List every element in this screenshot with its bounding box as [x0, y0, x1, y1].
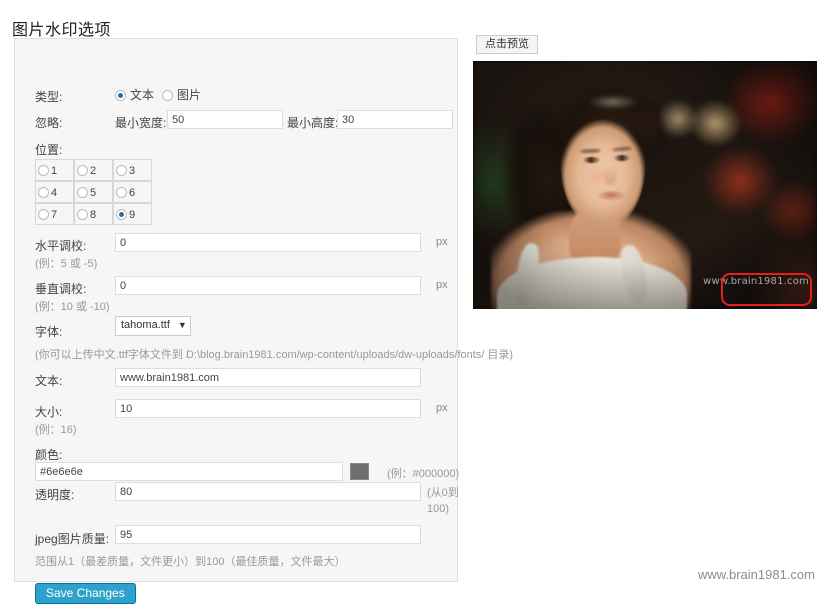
horizontal-offset-input[interactable] — [115, 233, 421, 252]
opacity-label: 透明度: — [35, 488, 75, 502]
vertical-offset-input[interactable] — [115, 276, 421, 295]
color-input[interactable] — [35, 462, 343, 481]
opacity-input[interactable] — [115, 482, 421, 501]
position-cell-label-8: 8 — [90, 209, 97, 221]
position-cell-8[interactable]: 8 — [74, 203, 113, 225]
position-cell-2[interactable]: 2 — [74, 159, 113, 181]
position-cell-6[interactable]: 6 — [113, 181, 152, 203]
font-select-value: tahoma.ttf — [121, 319, 170, 331]
vertical-offset-label: 垂直调校: — [35, 282, 87, 296]
type-radio-text-label: 文本 — [130, 88, 155, 102]
horizontal-offset-hint: (例：5 或 -5) — [35, 258, 98, 270]
color-hint: (例：#000000) — [387, 468, 460, 480]
font-select[interactable]: tahoma.ttf ▼ — [115, 316, 191, 336]
color-swatch[interactable] — [350, 463, 369, 480]
type-label: 类型: — [35, 90, 63, 104]
position-cell-label-9: 9 — [129, 209, 136, 221]
position-radio-9[interactable] — [116, 209, 127, 220]
type-radio-image[interactable] — [162, 90, 174, 101]
position-grid[interactable]: 1 2 3 4 5 6 7 8 9 — [35, 159, 152, 225]
horizontal-offset-unit: px — [436, 236, 448, 248]
position-cell-3[interactable]: 3 — [113, 159, 152, 181]
position-cell-label-5: 5 — [90, 187, 97, 199]
font-label: 字体: — [35, 325, 63, 339]
position-radio-3[interactable] — [116, 165, 127, 176]
position-cell-9[interactable]: 9 — [113, 203, 152, 225]
position-radio-8[interactable] — [77, 209, 88, 220]
horizontal-offset-label: 水平调校: — [35, 239, 87, 253]
size-unit: px — [436, 402, 448, 414]
watermark-options-form: 类型: 文本 图片 忽略: 最小宽度: 最小高度: 位置: 1 2 3 4 5 6… — [14, 38, 513, 604]
preview-button[interactable]: 点击预览 — [476, 35, 538, 54]
annotation-highlight-box — [721, 273, 812, 306]
font-upload-hint: (你可以上传中文.ttf字体文件到 D:\blog.brain1981.com/… — [35, 349, 514, 361]
position-cell-1[interactable]: 1 — [35, 159, 74, 181]
position-radio-2[interactable] — [77, 165, 88, 176]
footer-url: www.brain1981.com — [697, 567, 815, 582]
vertical-offset-hint: (例：10 或 -10) — [35, 301, 110, 313]
page-title: 图片水印选项 — [12, 21, 112, 39]
size-label: 大小: — [35, 405, 63, 419]
color-label: 颜色: — [35, 448, 63, 462]
position-radio-6[interactable] — [116, 187, 127, 198]
save-changes-button[interactable]: Save Changes — [35, 583, 136, 604]
size-hint: (例：16) — [35, 424, 77, 436]
watermark-preview-image: www.brain1981.com — [473, 61, 817, 309]
type-radio-group[interactable]: 文本 图片 — [115, 86, 209, 103]
min-height-label: 最小高度: — [287, 116, 339, 130]
position-cell-label-4: 4 — [51, 187, 58, 199]
type-radio-text[interactable] — [115, 90, 126, 101]
position-radio-7[interactable] — [38, 209, 49, 220]
opacity-hint: (从0到100) — [427, 487, 459, 515]
min-height-input[interactable] — [337, 110, 453, 129]
position-cell-label-1: 1 — [51, 165, 58, 177]
position-label: 位置: — [35, 143, 63, 157]
ignore-label: 忽略: — [35, 116, 63, 130]
jpeg-quality-input[interactable] — [115, 525, 421, 544]
watermark-text-input[interactable] — [115, 368, 421, 387]
size-input[interactable] — [115, 399, 421, 418]
jpeg-quality-hint: 范围从1（最差质量，文件更小）到100（最佳质量，文件最大） — [35, 556, 346, 568]
position-radio-1[interactable] — [38, 165, 49, 176]
position-cell-label-3: 3 — [129, 165, 136, 177]
position-radio-5[interactable] — [77, 187, 88, 198]
type-radio-image-label: 图片 — [177, 88, 202, 102]
jpeg-quality-label: jpeg图片质量: — [35, 532, 110, 546]
position-cell-label-7: 7 — [51, 209, 58, 221]
position-cell-label-6: 6 — [129, 187, 136, 199]
position-cell-label-2: 2 — [90, 165, 97, 177]
position-radio-4[interactable] — [38, 187, 49, 198]
text-label: 文本: — [35, 374, 63, 388]
position-cell-7[interactable]: 7 — [35, 203, 74, 225]
min-width-label: 最小宽度: — [115, 116, 167, 130]
vertical-offset-unit: px — [436, 279, 448, 291]
chevron-down-icon: ▼ — [177, 320, 187, 330]
position-cell-5[interactable]: 5 — [74, 181, 113, 203]
photo-vignette — [473, 61, 817, 309]
position-cell-4[interactable]: 4 — [35, 181, 74, 203]
min-width-input[interactable] — [167, 110, 283, 129]
